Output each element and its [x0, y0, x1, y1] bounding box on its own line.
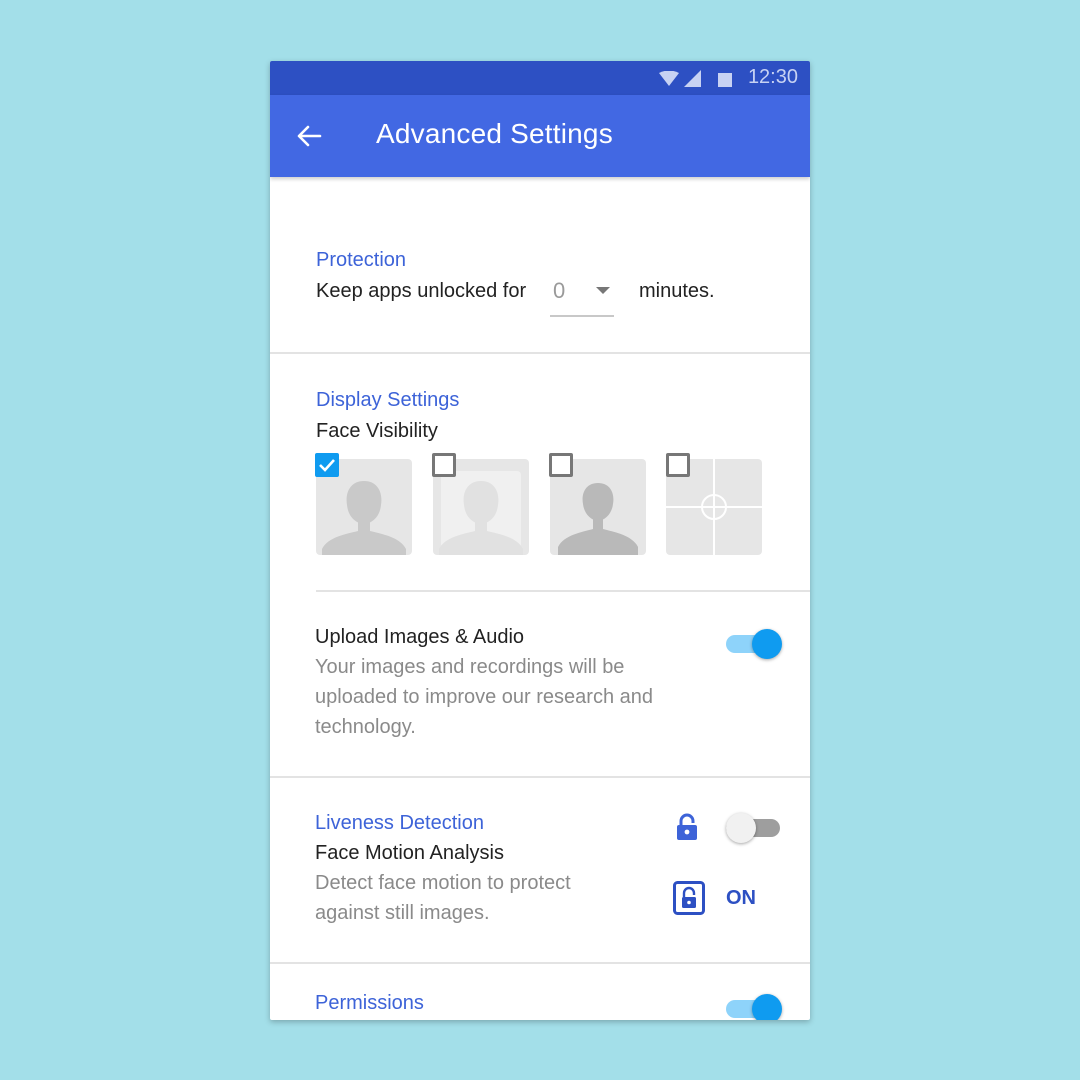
keep-unlocked-prefix: Keep apps unlocked for — [316, 280, 527, 302]
upload-desc-line2: uploaded to improve our research and — [315, 686, 653, 708]
checkmark-icon — [319, 459, 335, 472]
protection-title: Protection — [316, 249, 407, 271]
liveness-desc-line1: Detect face motion to protect — [315, 872, 571, 894]
status-time: 12:30 — [747, 66, 798, 88]
signal-icon — [684, 70, 701, 87]
status-bar: 12:30 — [270, 61, 810, 95]
phone-screen: 12:30 Advanced Settings Protection Keep … — [270, 61, 810, 1020]
divider — [270, 352, 810, 354]
upload-title: Upload Images & Audio — [315, 626, 525, 648]
liveness-toggle[interactable] — [726, 811, 782, 845]
unlock-minutes-dropdown[interactable]: 0 — [550, 275, 614, 317]
upload-desc-line3: technology. — [315, 716, 416, 738]
face-option-faded-checkbox[interactable] — [432, 453, 456, 477]
liveness-subtitle: Face Motion Analysis — [315, 842, 504, 864]
upload-desc-line1: Your images and recordings will be — [315, 656, 625, 678]
upload-toggle[interactable] — [726, 627, 782, 661]
face-option-solid-checkbox[interactable] — [315, 453, 339, 477]
caret-down-icon — [596, 287, 610, 294]
battery-icon — [718, 73, 732, 87]
permissions-toggle[interactable] — [726, 992, 782, 1020]
wifi-icon — [659, 71, 679, 86]
face-visibility-label: Face Visibility — [316, 420, 438, 442]
divider — [316, 590, 810, 592]
toggle-knob — [752, 994, 782, 1020]
page-title: Advanced Settings — [376, 118, 613, 149]
display-settings-title: Display Settings — [316, 389, 460, 411]
app-bar: Advanced Settings — [270, 95, 810, 177]
keep-unlocked-suffix: minutes. — [639, 280, 715, 302]
arrow-left-icon[interactable] — [294, 121, 324, 151]
face-option-crosshair-checkbox[interactable] — [666, 453, 690, 477]
toggle-knob — [752, 629, 782, 659]
toggle-knob — [726, 813, 756, 843]
divider — [270, 962, 810, 964]
divider — [270, 776, 810, 778]
lock-icon — [677, 813, 697, 840]
liveness-title: Liveness Detection — [315, 812, 484, 834]
lock-box-icon[interactable] — [673, 881, 705, 915]
dropdown-value: 0 — [553, 278, 566, 303]
liveness-desc-line2: against still images. — [315, 902, 490, 924]
liveness-on-label[interactable]: ON — [726, 887, 756, 910]
permissions-title: Permissions — [315, 992, 424, 1014]
face-option-silhouette-checkbox[interactable] — [549, 453, 573, 477]
